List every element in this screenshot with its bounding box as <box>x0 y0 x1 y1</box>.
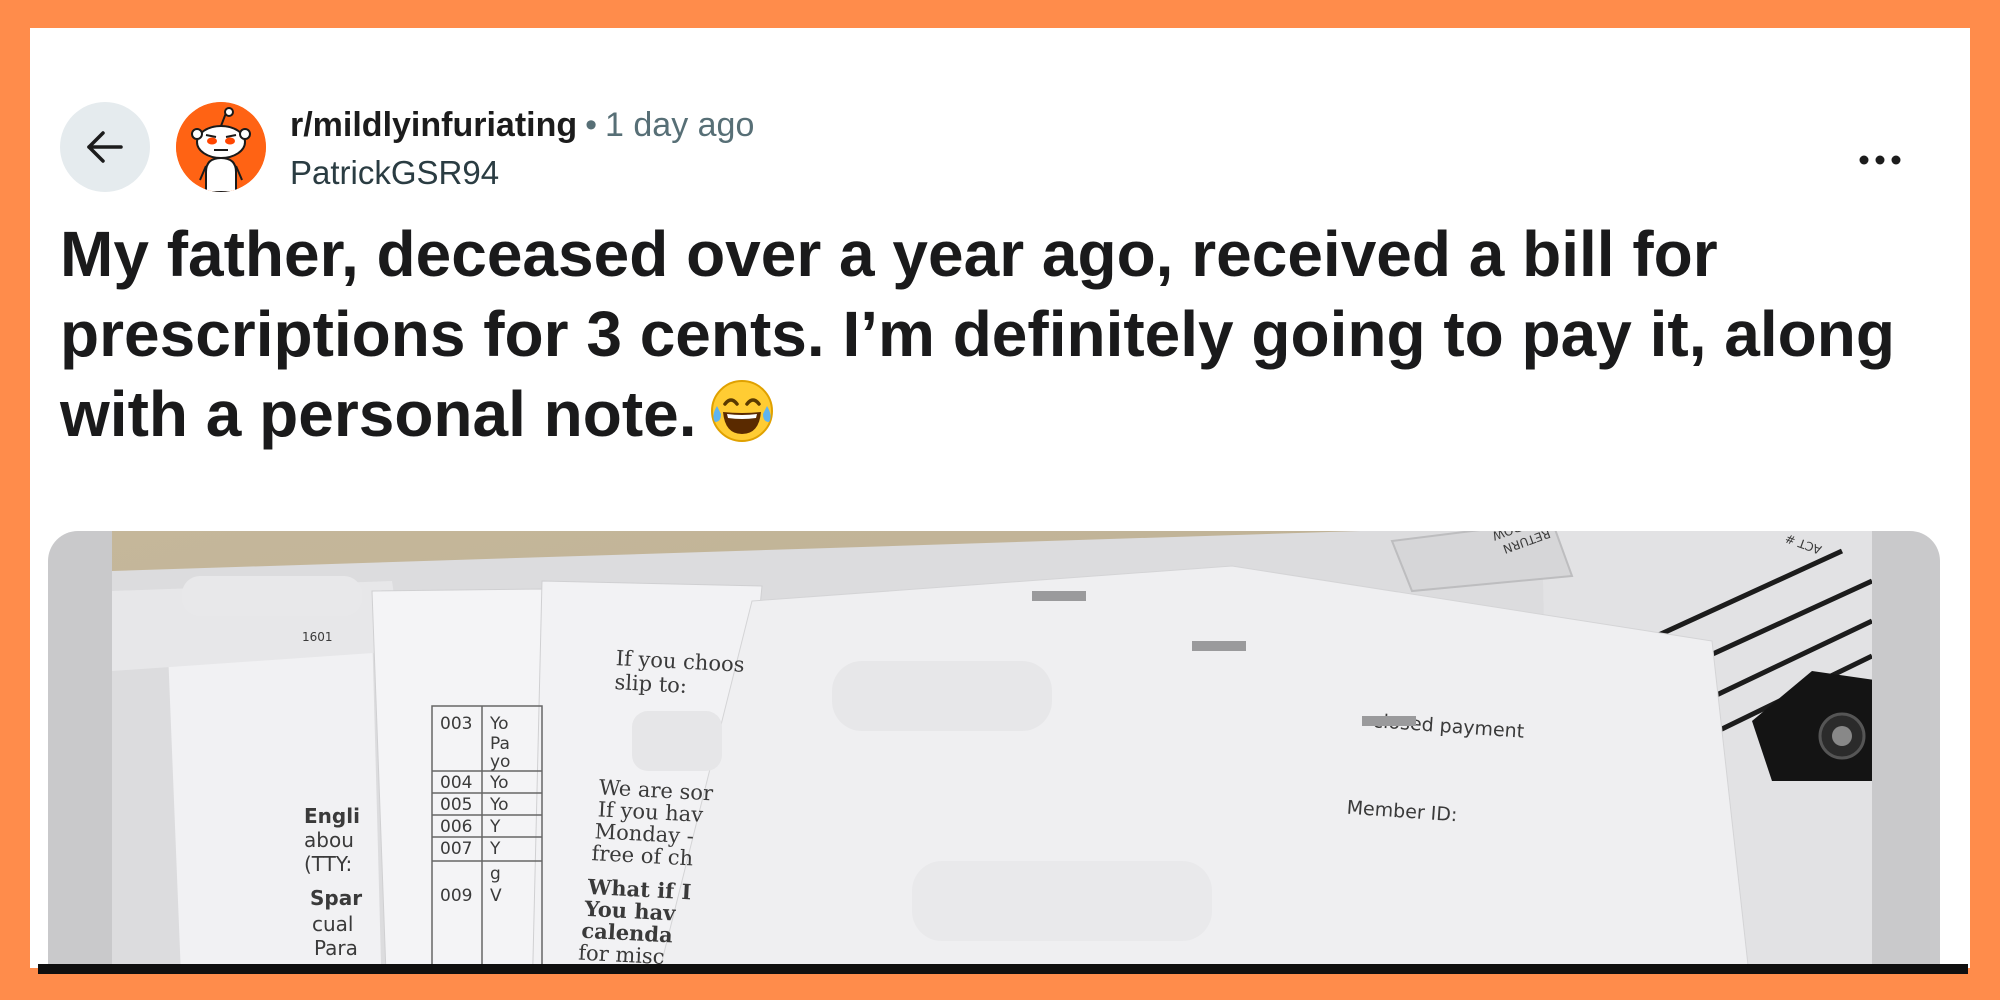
table-row-fragment: Pa <box>490 734 510 754</box>
laughing-tears-emoji <box>710 380 773 442</box>
meta-separator: • <box>585 106 598 144</box>
post-meta: r/mildlyinfuriating • 1 day ago <box>290 106 754 145</box>
doc-fragment: slip to: <box>614 670 688 698</box>
doc-fragment: 1601 <box>302 630 333 644</box>
table-row-label: 009 <box>440 886 472 906</box>
table-row-fragment: Yo <box>489 773 509 793</box>
doc-fragment: Spar <box>310 886 362 910</box>
back-button[interactable] <box>60 102 150 192</box>
photo-of-bills: 003 004 005 006 007 009 Yo Pa yo Yo Yo Y… <box>112 531 1872 968</box>
bottom-divider <box>38 964 1968 974</box>
reddit-snoo-avatar <box>176 102 266 192</box>
post-image[interactable]: 003 004 005 006 007 009 Yo Pa yo Yo Yo Y… <box>48 531 1940 968</box>
more-horizontal-icon <box>1859 155 1901 165</box>
table-row-label: 003 <box>440 714 472 734</box>
post-title[interactable]: My father, deceased over a year ago, rec… <box>60 214 1940 454</box>
doc-fragment: Engli <box>304 804 360 828</box>
table-row-fragment: Yo <box>489 795 509 815</box>
doc-fragment: abou <box>304 828 354 852</box>
doc-fragment: cual <box>312 912 353 936</box>
table-row-label: 004 <box>440 773 472 793</box>
table-row-label: 006 <box>440 817 472 837</box>
table-row-label: 005 <box>440 795 472 815</box>
subreddit-link[interactable]: r/mildlyinfuriating <box>290 106 577 144</box>
doc-fragment: Para <box>314 936 358 960</box>
post-time: 1 day ago <box>605 106 755 144</box>
table-row-fragment: Y <box>489 817 501 837</box>
post-author[interactable]: PatrickGSR94 <box>290 154 499 192</box>
table-row-fragment: g <box>490 864 501 884</box>
table-row-fragment: yo <box>490 752 510 772</box>
table-row-label: 007 <box>440 839 472 859</box>
table-row-fragment: Yo <box>489 714 509 734</box>
table-row-fragment: Y <box>489 839 501 859</box>
avatar[interactable] <box>176 102 266 192</box>
table-row-fragment: V <box>490 886 502 906</box>
arrow-left-icon <box>87 131 123 163</box>
more-options-button[interactable] <box>1850 140 1910 180</box>
post-card: r/mildlyinfuriating • 1 day ago PatrickGSR… <box>30 28 1970 968</box>
post-title-text: My father, deceased over a year ago, rec… <box>60 218 1895 450</box>
doc-fragment: (TTY: <box>304 852 352 876</box>
